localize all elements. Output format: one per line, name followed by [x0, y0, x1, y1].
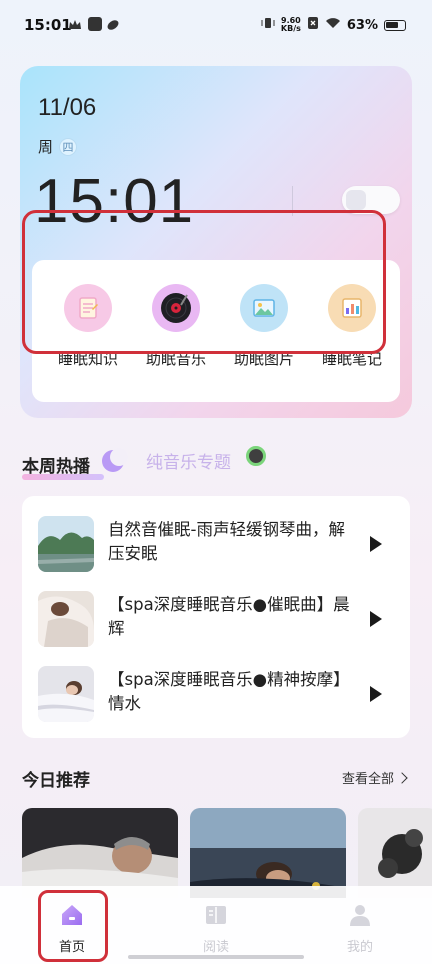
nav-read[interactable]: 阅读 [176, 898, 256, 955]
view-all-link[interactable]: 查看全部 [341, 768, 408, 787]
tab-weekly-hot[interactable]: 本周热播 [22, 452, 90, 477]
view-all-label: 查看全部 [341, 772, 394, 787]
recommend-image [22, 808, 178, 898]
today-recommend-title: 今日推荐 [22, 771, 90, 791]
crown-icon [68, 17, 82, 31]
status-bar: 15:01 9.60 KB/s 63% [0, 0, 432, 50]
thumbnail-image [38, 516, 94, 572]
moon-icon [102, 448, 128, 472]
user-icon [347, 902, 373, 928]
vibrate-icon [261, 16, 275, 34]
chevron-right-icon [396, 771, 408, 784]
play-icon[interactable] [370, 686, 382, 702]
tool-sleep-music[interactable]: 助眠音乐 [134, 284, 218, 369]
status-time: 15:01 [24, 16, 72, 34]
track-title: 自然音催眠-雨声轻缓钢琴曲，解压安眠 [108, 520, 345, 563]
clock-card: 11/06 周 四 15:01 睡眠知识 助眠音乐 助眠图片 睡眠笔记 [20, 66, 412, 418]
date-text: 11/06 [38, 94, 97, 121]
tool-label: 睡眠知识 [57, 350, 118, 368]
divider [292, 186, 293, 216]
tool-sleep-knowledge[interactable]: 睡眠知识 [46, 284, 130, 369]
tool-label: 助眠图片 [233, 350, 294, 368]
music-disc-icon [246, 446, 266, 466]
tab-pure-music[interactable]: 纯音乐专题 [146, 448, 231, 473]
track-title: 【spa深度睡眠音乐●精神按摩】情水 [108, 670, 350, 713]
tools-panel: 睡眠知识 助眠音乐 助眠图片 睡眠笔记 [32, 260, 400, 402]
clock-time: 15:01 [34, 167, 195, 236]
hot-list: 自然音催眠-雨声轻缓钢琴曲，解压安眠 【spa深度睡眠音乐●催眠曲】晨辉 【sp… [22, 496, 410, 738]
play-icon[interactable] [370, 611, 382, 627]
status-right: 9.60 KB/s 63% [261, 16, 406, 34]
nav-read-label: 阅读 [202, 940, 229, 955]
sim-icon [307, 16, 319, 34]
list-item[interactable]: 【spa深度睡眠音乐●催眠曲】晨辉 [22, 585, 410, 659]
thumbnail-image [38, 591, 94, 647]
weekday-badge: 四 [59, 137, 78, 156]
recommend-card[interactable] [190, 808, 346, 898]
nav-mine[interactable]: 我的 [320, 898, 400, 955]
toggle-knob [346, 190, 366, 210]
thumbnail-image [38, 666, 94, 722]
nav-home-label: 首页 [58, 940, 85, 955]
play-icon[interactable] [370, 536, 382, 552]
recommend-image [358, 808, 432, 898]
net-speed-unit: KB/s [280, 24, 301, 33]
wifi-icon [325, 17, 341, 33]
net-speed: 9.60 KB/s [281, 17, 301, 33]
chart-note-icon [328, 284, 376, 332]
recommend-image [190, 808, 346, 898]
vinyl-record-icon [152, 284, 200, 332]
weekday: 周 四 [38, 136, 78, 157]
battery-icon [384, 19, 406, 31]
list-item[interactable]: 自然音催眠-雨声轻缓钢琴曲，解压安眠 [22, 510, 410, 584]
mail-app-icon [88, 17, 102, 31]
nav-home[interactable]: 首页 [32, 898, 112, 955]
battery-percent: 63% [346, 17, 378, 33]
home-icon [59, 902, 85, 928]
tool-label: 睡眠笔记 [321, 350, 382, 368]
weekday-prefix: 周 [38, 138, 54, 156]
home-indicator[interactable] [128, 955, 304, 959]
leaf-app-icon [106, 17, 120, 31]
tool-label: 助眠音乐 [145, 350, 206, 368]
section-tabs: 本周热播 纯音乐专题 [22, 444, 412, 480]
tool-sleep-notes[interactable]: 睡眠笔记 [310, 284, 394, 369]
nav-mine-label: 我的 [346, 940, 373, 955]
recommend-card[interactable] [22, 808, 178, 898]
tool-sleep-pictures[interactable]: 助眠图片 [222, 284, 306, 369]
notepad-icon [64, 284, 112, 332]
bottom-nav: 首页 阅读 我的 [0, 886, 432, 964]
track-title: 【spa深度睡眠音乐●催眠曲】晨辉 [108, 595, 350, 638]
sleep-toggle[interactable] [342, 186, 400, 214]
list-item[interactable]: 【spa深度睡眠音乐●精神按摩】情水 [22, 660, 410, 734]
picture-icon [240, 284, 288, 332]
book-icon [203, 902, 229, 928]
recommend-card[interactable] [358, 808, 432, 898]
